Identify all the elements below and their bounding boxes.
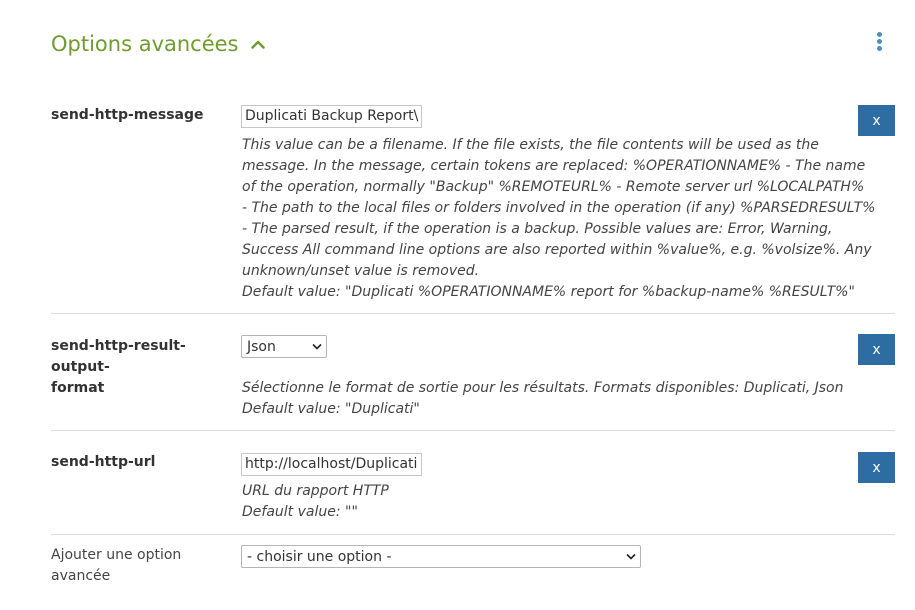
- option-label: send-http-result-output- format: [51, 336, 239, 399]
- advanced-options-panel: Options avancées send-http-message Dupli…: [0, 0, 915, 610]
- description-line: This value can be a filename. If the fil…: [242, 137, 819, 153]
- option-row-send-http-message: send-http-message Duplicati Backup Repor…: [51, 105, 895, 305]
- option-description: This value can be a filename. If the fil…: [242, 135, 875, 303]
- remove-option-button[interactable]: x: [858, 452, 895, 483]
- default-value: Default value: "": [242, 504, 358, 520]
- description-line: message. In the message, certain tokens …: [242, 158, 866, 174]
- chevron-down-icon: [312, 343, 322, 350]
- description-line: Sélectionne le format de sortie pour les…: [242, 380, 844, 396]
- description-line: Success All command line options are als…: [242, 242, 872, 258]
- option-label: send-http-message: [51, 107, 204, 123]
- section-title: Options avancées: [51, 32, 239, 56]
- option-description: URL du rapport HTTP Default value: "": [242, 481, 389, 523]
- description-line: - The path to the local files or folders…: [242, 200, 876, 216]
- row-divider: [51, 430, 895, 431]
- option-label: send-http-url: [51, 454, 156, 470]
- add-option-label: Ajouter une option avancée: [51, 545, 239, 587]
- kebab-menu-icon[interactable]: [873, 32, 885, 54]
- remove-option-button[interactable]: x: [858, 105, 895, 136]
- option-row-send-http-result-output-format: send-http-result-output- format Json Sél…: [51, 334, 895, 425]
- advanced-options-header[interactable]: Options avancées: [51, 28, 265, 60]
- chevron-up-icon[interactable]: [250, 39, 265, 49]
- description-line: URL du rapport HTTP: [242, 483, 389, 499]
- output-format-select[interactable]: Json: [241, 335, 327, 358]
- option-label-line: format: [51, 380, 105, 396]
- description-line: unknown/unset value is removed.: [242, 263, 480, 279]
- select-value: Json: [247, 338, 276, 355]
- remove-option-button[interactable]: x: [858, 334, 895, 365]
- add-option-label-line: Ajouter une option: [51, 547, 182, 563]
- row-divider: [51, 313, 895, 314]
- option-row-send-http-url: send-http-url http://localhost/Duplicati…: [51, 452, 895, 527]
- select-value: - choisir une option -: [247, 548, 392, 565]
- send-http-message-input[interactable]: Duplicati Backup Report\: [241, 105, 422, 128]
- default-value: Default value: "Duplicati": [242, 401, 420, 417]
- option-description: Sélectionne le format de sortie pour les…: [242, 378, 843, 420]
- add-option-label-line: avancée: [51, 568, 111, 584]
- default-value: Default value: "Duplicati %OPERATIONNAME…: [242, 284, 855, 300]
- add-option-row: Ajouter une option avancée - choisir une…: [51, 545, 895, 595]
- option-label-line: send-http-result-output-: [51, 338, 186, 375]
- chevron-down-icon: [626, 553, 636, 560]
- description-line: of the operation, normally "Backup" %REM…: [242, 179, 865, 195]
- add-option-select[interactable]: - choisir une option -: [241, 545, 641, 568]
- send-http-url-input[interactable]: http://localhost/Duplicati: [241, 453, 422, 476]
- description-line: - The parsed result, if the operation is…: [242, 221, 833, 237]
- row-divider: [51, 534, 895, 535]
